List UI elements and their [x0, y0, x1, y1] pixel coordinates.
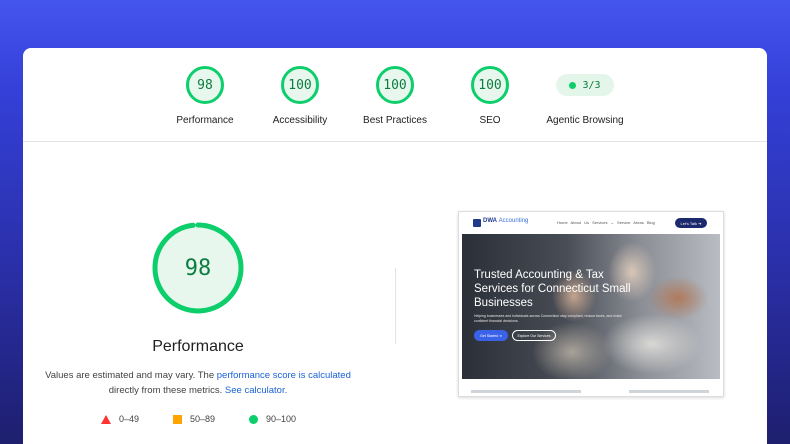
pass-dot-icon	[569, 81, 577, 89]
score-summary-bar: 98 Performance 100 Accessibility 100 Bes…	[23, 48, 767, 142]
gauge-label: Performance	[176, 115, 234, 126]
thumb-below-fold	[459, 379, 723, 396]
gauge-seo[interactable]: 100 SEO	[440, 66, 540, 126]
thumb-secondary-button: Explore Our Services	[512, 330, 556, 341]
page-screenshot-thumbnail[interactable]: DWA Accounting Home About Us Services ⌄ …	[458, 211, 724, 397]
report-panel: 98 Performance 100 Accessibility 100 Bes…	[23, 48, 767, 444]
gauge-label: Accessibility	[272, 115, 328, 126]
thumb-navbar: DWA Accounting Home About Us Services ⌄ …	[459, 212, 723, 234]
gauge-score: 100	[471, 66, 509, 104]
desc-text: Values are estimated and may vary. The	[45, 370, 217, 381]
triangle-icon	[101, 414, 111, 424]
legend-range: 0–49	[119, 414, 140, 424]
logo-text: DWA	[483, 218, 497, 224]
thumb-primary-button: Get Started ➔	[474, 330, 508, 341]
score-legend: 0–49 50–89 90–100	[101, 414, 331, 428]
legend-fail: 0–49	[101, 414, 139, 424]
gauge-best-practices[interactable]: 100 Best Practices	[345, 66, 445, 126]
circle-icon	[249, 414, 258, 424]
desc-text: directly from these metrics.	[108, 385, 225, 396]
vertical-divider	[395, 268, 396, 344]
see-calculator-link[interactable]: See calculator.	[225, 385, 287, 396]
logo-text-secondary: Accounting	[498, 218, 529, 224]
thumb-menu: Home About Us Services ⌄ Service Areas B…	[557, 220, 655, 225]
thumb-cta-button: Let's Talk ➔	[675, 218, 707, 228]
performance-title: Performance	[152, 338, 244, 355]
thumb-logo: DWA Accounting	[483, 218, 528, 224]
score-calculated-link[interactable]: performance score is calculated	[217, 370, 351, 381]
performance-gauge: 98	[150, 220, 246, 316]
gauge-score: 100	[376, 66, 414, 104]
logo-icon	[473, 219, 481, 227]
gauge-label: SEO	[479, 115, 501, 126]
legend-range: 50–89	[190, 414, 216, 424]
thumb-hero-subtitle: Helping businesses and individuals acros…	[474, 314, 622, 323]
agentic-value: 3/3	[582, 79, 601, 91]
agentic-badge: 3/3	[556, 74, 614, 96]
legend-average: 50–89	[173, 414, 215, 424]
thumb-hero-image: Trusted Accounting & Tax Services for Co…	[462, 234, 720, 379]
gauge-accessibility[interactable]: 100 Accessibility	[250, 66, 350, 126]
legend-pass: 90–100	[249, 414, 296, 424]
performance-description: Values are estimated and may vary. The p…	[43, 368, 353, 398]
gauge-label: Best Practices	[363, 115, 427, 126]
gauge-score: 98	[186, 66, 224, 104]
thumb-hero-title: Trusted Accounting & Tax Services for Co…	[474, 269, 631, 309]
performance-score: 98	[184, 255, 212, 281]
gauge-score: 100	[281, 66, 319, 104]
thumb-text-line	[471, 390, 581, 393]
square-icon	[173, 414, 182, 424]
gauge-label: Agentic Browsing	[546, 115, 624, 126]
thumb-text-line	[629, 390, 709, 393]
gauge-performance[interactable]: 98 Performance	[155, 66, 255, 126]
gauge-agentic-browsing[interactable]: 3/3 Agentic Browsing	[535, 66, 635, 126]
legend-range: 90–100	[266, 414, 297, 424]
